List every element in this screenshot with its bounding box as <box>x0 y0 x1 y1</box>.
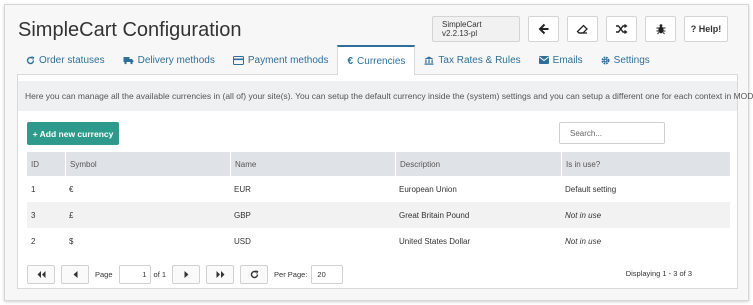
column-header-description[interactable]: Description <box>395 152 561 176</box>
per-page-input[interactable] <box>311 264 344 284</box>
tab-label: Currencies <box>357 55 406 67</box>
tab-payment-methods[interactable]: Payment methods <box>224 45 338 75</box>
tab-label: Emails <box>552 54 583 66</box>
euro-icon: € <box>347 55 354 67</box>
double-chevron-right-icon <box>216 270 225 278</box>
cell-in-use: Not in use <box>565 210 602 220</box>
shuffle-button[interactable] <box>606 16 637 42</box>
tab-label: Settings <box>613 54 650 66</box>
tab-delivery-methods[interactable]: Delivery methods <box>114 45 224 75</box>
tab-bar: Order statuses Delivery methods Payment … <box>17 45 738 76</box>
displaying-count: Displaying 1 - 3 of 3 <box>625 269 692 278</box>
last-page-button[interactable] <box>206 264 235 284</box>
refresh-icon <box>26 55 35 64</box>
eraser-icon <box>576 24 588 34</box>
double-chevron-left-icon <box>37 270 45 278</box>
tab-label: Order statuses <box>39 54 105 66</box>
next-page-button[interactable] <box>172 264 201 284</box>
search-input[interactable] <box>559 122 665 144</box>
cell-id: 3 <box>31 210 36 220</box>
tab-order-statuses[interactable]: Order statuses <box>17 45 114 75</box>
debug-button[interactable] <box>645 16 676 42</box>
page-number-input[interactable] <box>118 264 151 284</box>
tab-label: Payment methods <box>247 54 329 66</box>
table-header: ID Symbol Name Description Is in use? <box>27 152 730 176</box>
bug-icon <box>656 24 665 35</box>
cell-symbol: $ <box>69 236 74 246</box>
truck-icon <box>123 56 134 64</box>
shuffle-icon <box>616 24 628 34</box>
cell-description: European Union <box>399 184 457 194</box>
column-header-symbol[interactable]: Symbol <box>65 152 230 176</box>
page-label: Page <box>95 269 113 279</box>
cell-id: 2 <box>31 236 36 246</box>
bank-icon <box>424 56 434 65</box>
chevron-left-icon <box>73 270 77 278</box>
currencies-table: ID Symbol Name Description Is in use? 1 … <box>27 152 730 254</box>
version-badge: SimpleCart v2.2.13-pl <box>432 16 520 42</box>
gear-icon <box>601 56 610 64</box>
tab-tax-rates[interactable]: Tax Rates & Rules <box>415 45 529 75</box>
tab-currencies[interactable]: € Currencies <box>337 45 416 76</box>
tab-emails[interactable]: Emails <box>530 45 592 75</box>
cell-name: USD <box>234 236 251 246</box>
tab-label: Delivery methods <box>137 54 215 66</box>
column-header-id[interactable]: ID <box>27 152 65 176</box>
cell-name: GBP <box>234 210 251 220</box>
tab-settings[interactable]: Settings <box>592 45 659 75</box>
pagination-bar: Page of 1 Per Page: Displaying 1 - 3 of … <box>27 261 730 287</box>
first-page-button[interactable] <box>27 264 55 284</box>
table-row[interactable]: 2 $ USD United States Dollar Not in use <box>27 228 730 254</box>
column-header-in-use[interactable]: Is in use? <box>561 152 730 176</box>
page-count-label: of 1 <box>153 269 167 279</box>
add-currency-button[interactable]: + Add new currency <box>27 122 119 145</box>
envelope-icon <box>538 56 549 64</box>
previous-page-button[interactable] <box>61 264 89 284</box>
credit-card-icon <box>232 55 244 65</box>
cell-name: EUR <box>234 184 251 194</box>
toolbar: SimpleCart v2.2.13-pl ? Help! <box>432 16 728 42</box>
cell-in-use: Default setting <box>565 184 617 194</box>
refresh-icon <box>250 269 258 278</box>
cell-description: Great Britain Pound <box>399 210 470 220</box>
refresh-button[interactable] <box>240 264 269 284</box>
tab-label: Tax Rates & Rules <box>438 54 521 66</box>
info-text: Here you can manage all the available cu… <box>18 81 753 111</box>
cell-symbol: £ <box>69 210 74 220</box>
table-row[interactable]: 3 £ GBP Great Britain Pound Not in use <box>27 202 730 228</box>
cell-description: United States Dollar <box>399 236 471 246</box>
config-window: SimpleCart Configuration SimpleCart v2.2… <box>4 4 753 301</box>
back-button[interactable] <box>528 16 559 42</box>
column-header-name[interactable]: Name <box>230 152 395 176</box>
page-title: SimpleCart Configuration <box>18 19 242 41</box>
cell-in-use: Not in use <box>565 236 602 246</box>
cell-symbol: € <box>69 184 74 194</box>
arrow-left-icon <box>538 23 548 35</box>
currencies-panel: Here you can manage all the available cu… <box>17 75 753 289</box>
clear-cache-button[interactable] <box>567 16 598 42</box>
chevron-right-icon <box>184 270 189 278</box>
help-button[interactable]: ? Help! <box>684 16 728 42</box>
cell-id: 1 <box>31 184 36 194</box>
table-row[interactable]: 1 € EUR European Union Default setting <box>27 176 730 202</box>
per-page-label: Per Page: <box>274 269 308 279</box>
